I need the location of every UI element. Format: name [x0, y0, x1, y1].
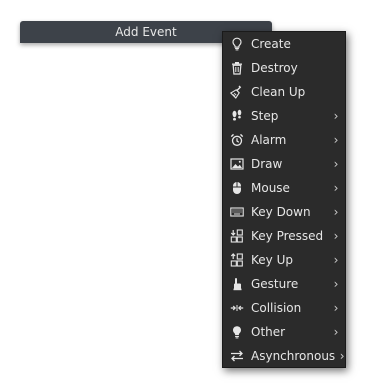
menu-item-label: Step — [251, 109, 279, 123]
broom-icon — [223, 80, 251, 104]
collision-icon — [223, 296, 251, 320]
picture-icon — [223, 152, 251, 176]
chevron-right-icon: › — [333, 157, 339, 171]
menu-item-key-up[interactable]: Key Up › — [223, 248, 347, 272]
bulb-filled-icon — [223, 320, 251, 344]
key-up-icon — [223, 248, 251, 272]
menu-item-label: Create — [251, 37, 291, 51]
chevron-right-icon: › — [333, 229, 339, 243]
menu-item-label: Key Down — [251, 205, 311, 219]
trash-icon — [223, 56, 251, 80]
menu-item-asynchronous[interactable]: Asynchronous › — [223, 344, 347, 368]
chevron-right-icon: › — [333, 325, 339, 339]
hand-gesture-icon — [223, 272, 251, 296]
menu-item-alarm[interactable]: Alarm › — [223, 128, 347, 152]
menu-item-label: Gesture — [251, 277, 299, 291]
menu-item-key-pressed[interactable]: Key Pressed › — [223, 224, 347, 248]
menu-item-step[interactable]: Step › — [223, 104, 347, 128]
menu-item-label: Key Up — [251, 253, 293, 267]
stage: Add Event Create Destroy Clean Up Step ›… — [0, 0, 367, 389]
keyboard-icon — [223, 200, 251, 224]
chevron-right-icon: › — [333, 181, 339, 195]
bulb-outline-icon — [223, 32, 251, 56]
alarm-clock-icon — [223, 128, 251, 152]
menu-item-label: Key Pressed — [251, 229, 324, 243]
menu-item-gesture[interactable]: Gesture › — [223, 272, 347, 296]
menu-item-draw[interactable]: Draw › — [223, 152, 347, 176]
menu-item-label: Alarm — [251, 133, 287, 147]
key-pressed-icon — [223, 224, 251, 248]
menu-item-label: Asynchronous — [251, 349, 336, 363]
menu-item-mouse[interactable]: Mouse › — [223, 176, 347, 200]
chevron-right-icon: › — [339, 349, 345, 363]
menu-item-label: Other — [251, 325, 286, 339]
menu-item-collision[interactable]: Collision › — [223, 296, 347, 320]
chevron-right-icon: › — [333, 205, 339, 219]
menu-item-label: Collision — [251, 301, 302, 315]
menu-item-destroy[interactable]: Destroy — [223, 56, 347, 80]
menu-item-label: Destroy — [251, 61, 298, 75]
chevron-right-icon: › — [333, 109, 339, 123]
footsteps-icon — [223, 104, 251, 128]
chevron-right-icon: › — [333, 277, 339, 291]
menu-item-label: Mouse — [251, 181, 290, 195]
chevron-right-icon: › — [333, 133, 339, 147]
swap-arrows-icon — [223, 344, 251, 368]
menu-item-other[interactable]: Other › — [223, 320, 347, 344]
chevron-right-icon: › — [333, 301, 339, 315]
add-event-label: Add Event — [115, 25, 177, 39]
menu-item-create[interactable]: Create — [223, 32, 347, 56]
menu-item-label: Clean Up — [251, 85, 306, 99]
menu-item-label: Draw — [251, 157, 283, 171]
chevron-right-icon: › — [333, 253, 339, 267]
mouse-icon — [223, 176, 251, 200]
menu-item-clean-up[interactable]: Clean Up — [223, 80, 347, 104]
menu-item-key-down[interactable]: Key Down › — [223, 200, 347, 224]
add-event-menu: Create Destroy Clean Up Step › Alarm › D… — [222, 31, 346, 368]
